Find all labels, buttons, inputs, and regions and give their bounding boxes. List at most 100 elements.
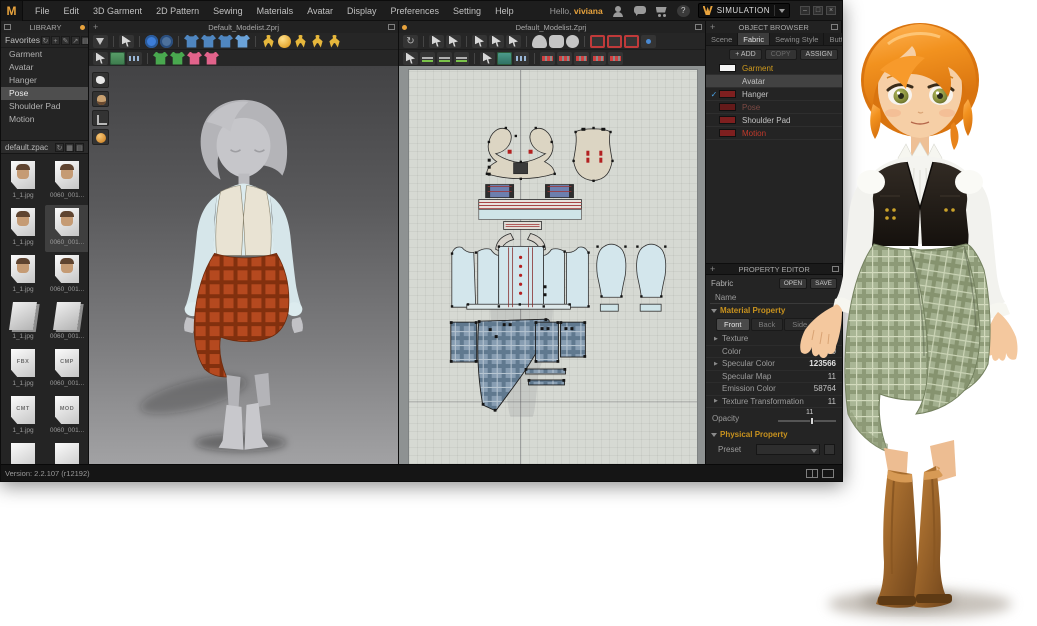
add-tab-icon[interactable]: + <box>710 22 715 32</box>
list-view-icon[interactable]: ▤ <box>75 143 84 152</box>
edit-icon[interactable]: ✎ <box>61 36 70 45</box>
garment-drape-icon[interactable] <box>235 35 250 48</box>
sep[interactable] <box>423 36 424 47</box>
pane-dock-icon[interactable] <box>388 24 395 30</box>
viewport3d-tab[interactable]: + Default_Modelist.Zprj <box>89 21 399 33</box>
circle-tool-icon[interactable] <box>566 35 579 48</box>
sep[interactable] <box>534 53 535 64</box>
stitch-2-icon[interactable] <box>557 52 572 65</box>
rectangle-tool-icon[interactable] <box>549 35 564 48</box>
strain-map-icon[interactable] <box>204 52 219 65</box>
stitch-5-icon[interactable] <box>608 52 623 65</box>
open-button[interactable]: OPEN <box>779 278 807 289</box>
add-icon[interactable]: + <box>51 36 60 45</box>
show-garment-icon[interactable] <box>153 52 168 65</box>
avatar-walk-icon[interactable] <box>310 35 325 48</box>
menu-item[interactable]: Avatar <box>307 6 333 16</box>
dart-tool-icon[interactable] <box>641 35 656 48</box>
library-asset[interactable]: 0060_001... <box>45 252 89 299</box>
property-row[interactable]: Color 500 <box>706 346 842 359</box>
library-category[interactable]: Pose <box>1 87 88 100</box>
select-sewing-icon[interactable] <box>403 52 418 65</box>
save-button[interactable]: SAVE <box>810 278 837 289</box>
fullscreen-icon[interactable] <box>822 469 834 478</box>
library-asset[interactable]: CMP 0060_001... <box>45 346 89 393</box>
menu-item[interactable]: Help <box>495 6 514 16</box>
library-asset[interactable]: 0060_001... <box>45 299 89 346</box>
stitch-4-icon[interactable] <box>591 52 606 65</box>
sep[interactable] <box>255 36 256 47</box>
viewport2d-tab[interactable]: Default_Modelist.Zprj <box>399 21 706 33</box>
refresh-icon[interactable]: ↻ <box>41 36 50 45</box>
sep[interactable] <box>526 36 527 47</box>
library-category[interactable]: Motion <box>1 113 88 126</box>
library-asset[interactable]: FBX 1_1.jpg <box>1 346 45 393</box>
avatar-pose-icon[interactable] <box>261 35 276 48</box>
internal-circle-icon[interactable] <box>624 35 639 48</box>
menu-item[interactable]: File <box>35 6 50 16</box>
pane-dock-icon[interactable] <box>832 266 839 272</box>
sep[interactable] <box>139 36 140 47</box>
texture-dots-icon[interactable] <box>514 52 529 65</box>
menu-item[interactable]: Materials <box>257 6 294 16</box>
show-garment-icon[interactable] <box>92 72 109 88</box>
property-value[interactable]: 11 <box>828 397 836 406</box>
property-value[interactable]: 58764 <box>814 384 836 393</box>
menu-item[interactable]: Setting <box>453 6 481 16</box>
menu-item[interactable]: 2D Pattern <box>156 6 199 16</box>
sync-icon[interactable]: ↻ <box>403 35 418 48</box>
library-category[interactable]: Avatar <box>1 61 88 74</box>
show-avatar-icon[interactable] <box>92 91 109 107</box>
simulate-gear-select-icon[interactable] <box>160 35 173 48</box>
sep[interactable] <box>466 36 467 47</box>
select-texture-icon[interactable] <box>93 52 108 65</box>
fabric-row[interactable]: Pose <box>706 101 842 114</box>
property-row[interactable]: Emission Color 58764 <box>706 383 842 396</box>
segment-sewing-icon[interactable] <box>420 52 435 65</box>
property-value[interactable]: 123566 <box>809 359 836 368</box>
name-field[interactable]: Name <box>710 291 838 304</box>
avatar-sit-icon[interactable] <box>327 35 342 48</box>
library-asset[interactable]: 1_1.jpg <box>1 205 45 252</box>
material-tab[interactable]: Side <box>784 318 815 331</box>
library-category[interactable]: Hanger <box>1 74 88 87</box>
fabric-row[interactable]: Garment <box>706 62 842 75</box>
stress-map-icon[interactable] <box>187 52 202 65</box>
garment-back-icon[interactable] <box>201 35 216 48</box>
edit-curve-icon[interactable] <box>506 35 521 48</box>
grid-view-icon[interactable]: ▦ <box>65 143 74 152</box>
object-browser-tab[interactable]: Scene <box>706 33 738 45</box>
stitch-3-icon[interactable] <box>574 52 589 65</box>
expand-icon[interactable]: ▶ <box>714 361 722 367</box>
library-category[interactable]: Garment <box>1 48 88 61</box>
property-row[interactable]: Specular Map 11 <box>706 371 842 384</box>
object-browser-tab[interactable]: Fabric <box>738 33 770 45</box>
free-sewing-icon[interactable] <box>437 52 452 65</box>
help-icon[interactable]: ? <box>677 5 690 17</box>
material-tab[interactable]: Front <box>716 318 750 331</box>
detach-sewing-icon[interactable] <box>454 52 469 65</box>
delete-icon[interactable]: ▤ <box>81 36 89 45</box>
library-asset[interactable]: 0060_001... <box>45 158 89 205</box>
property-row[interactable]: ▶ Texture 100 <box>706 333 842 346</box>
add-fabric-button[interactable]: + ADD <box>729 49 761 60</box>
internal-poly-icon[interactable] <box>607 35 622 48</box>
fabric-row[interactable]: Shoulder Pad <box>706 114 842 127</box>
property-value[interactable]: 11 <box>828 372 836 381</box>
preset-dropdown[interactable] <box>756 444 820 455</box>
property-value[interactable]: 500 <box>823 347 836 356</box>
avatar-bust-icon[interactable] <box>293 35 308 48</box>
texture-dots-icon[interactable] <box>127 52 142 65</box>
pane-dock-icon[interactable] <box>695 24 702 30</box>
chat-icon[interactable] <box>633 5 647 17</box>
library-asset[interactable]: 1_1.jpg <box>1 158 45 205</box>
property-value[interactable]: 100 <box>823 334 836 343</box>
library-category[interactable]: Shoulder Pad <box>1 100 88 113</box>
internal-rect-icon[interactable] <box>590 35 605 48</box>
expand-icon[interactable]: ▶ <box>714 336 722 342</box>
slider-thumb[interactable] <box>810 417 814 425</box>
edit-point-icon[interactable] <box>472 35 487 48</box>
fabric-row[interactable]: ✓ Hanger <box>706 88 842 101</box>
library-asset[interactable] <box>1 440 45 464</box>
collapse-icon[interactable] <box>711 433 717 437</box>
